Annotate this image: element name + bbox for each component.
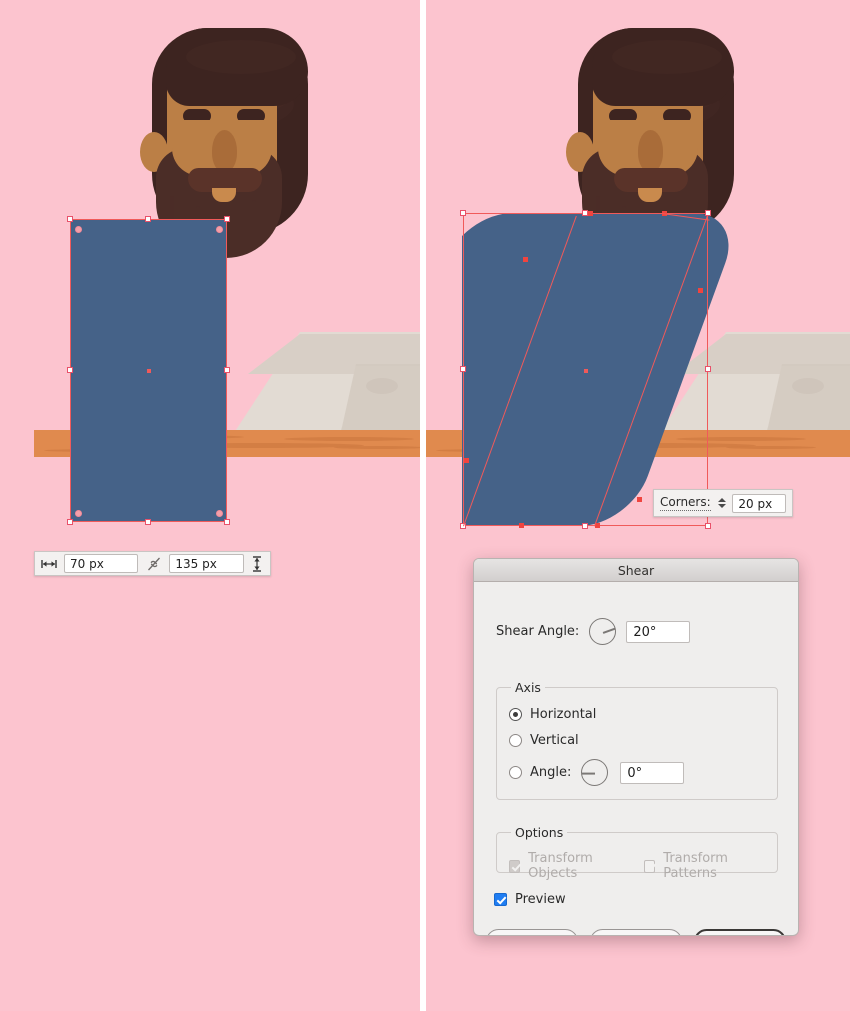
options-group: Options Transform Objects Transform Patt… — [496, 825, 778, 881]
selection-handle-tl[interactable] — [460, 210, 466, 216]
corners-widget[interactable]: Corners: 20 px — [653, 489, 793, 517]
selection-handle-bc[interactable] — [145, 519, 151, 525]
shear-angle-input[interactable]: 20° — [626, 620, 691, 643]
path-anchor[interactable] — [464, 458, 469, 463]
selection-handle-bl[interactable] — [67, 519, 73, 525]
transform-size-bar[interactable]: 70 px 135 px — [34, 551, 271, 576]
transform-patterns-label: Transform Patterns — [663, 851, 728, 881]
stepper-up-down-icon[interactable] — [716, 493, 728, 513]
radio-horizontal[interactable]: Horizontal — [509, 707, 765, 722]
options-legend: Options — [515, 825, 564, 840]
laptop-detail-dot — [792, 378, 824, 394]
radio-horizontal-input[interactable] — [509, 708, 522, 721]
axis-legend: Axis — [515, 680, 541, 695]
path-anchor[interactable] — [588, 211, 593, 216]
transform-patterns-checkbox — [644, 859, 656, 873]
options-row: Transform Objects Transform Patterns — [509, 851, 765, 881]
radio-angle-input[interactable] — [509, 766, 522, 779]
radio-horizontal-label: Horizontal — [530, 707, 597, 722]
selection-handle-tc[interactable] — [145, 216, 151, 222]
selection-handle-ml[interactable] — [67, 367, 73, 373]
corners-input[interactable]: 20 px — [732, 493, 786, 513]
dialog-buttons: Copy Cancel OK — [486, 929, 787, 935]
ok-button[interactable]: OK — [694, 929, 787, 935]
angle-dial-icon[interactable] — [589, 618, 617, 645]
axis-angle-input[interactable]: 0° — [620, 761, 685, 784]
height-arrows-icon — [250, 554, 265, 574]
radio-vertical[interactable]: Vertical — [509, 733, 765, 748]
selection-center-point — [147, 369, 151, 373]
width-input[interactable]: 70 px — [64, 554, 139, 573]
broken-link-icon[interactable] — [144, 554, 163, 574]
corner-radius-widget-br[interactable] — [216, 510, 223, 517]
radio-angle[interactable]: Angle: 0° — [509, 759, 765, 786]
selection-handle-mr[interactable] — [705, 366, 711, 372]
shear-dialog[interactable]: Shear Shear Angle: 20° Axis Horizontal V… — [473, 558, 799, 936]
dialog-titlebar: Shear — [474, 559, 798, 582]
selection-handle-tl[interactable] — [67, 216, 73, 222]
preview-label: Preview — [515, 892, 566, 907]
selection-handle-br[interactable] — [705, 523, 711, 529]
selection-handle-tr[interactable] — [224, 216, 230, 222]
laptop-detail-dot — [366, 378, 398, 394]
width-arrows-icon — [40, 555, 58, 573]
axis-group: Axis Horizontal Vertical Angle: 0° — [496, 680, 778, 800]
corner-radius-widget-bl[interactable] — [75, 510, 82, 517]
selection-handle-mr[interactable] — [224, 367, 230, 373]
shear-angle-row: Shear Angle: 20° — [496, 618, 778, 645]
dialog-title: Shear — [617, 562, 655, 578]
corners-label: Corners: — [660, 495, 711, 511]
preview-row[interactable]: Preview — [494, 892, 566, 907]
character-nose-tip — [212, 130, 237, 172]
preview-checkbox[interactable] — [494, 893, 507, 906]
screenshot-stage: 70 px 135 px Corners: 20 px Shear Shear … — [0, 0, 850, 1011]
path-anchor[interactable] — [637, 497, 642, 502]
character-nose — [638, 130, 663, 172]
left-artboard-panel[interactable]: 70 px 135 px — [0, 0, 420, 1011]
corner-radius-widget-tl[interactable] — [75, 226, 82, 233]
axis-angle-dial-icon[interactable] — [581, 759, 609, 786]
radio-vertical-label: Vertical — [530, 733, 579, 748]
transform-objects-label: Transform Objects — [528, 851, 593, 881]
cancel-button[interactable]: Cancel — [590, 929, 682, 935]
radio-angle-label: Angle: — [530, 765, 572, 780]
selection-center-point — [584, 369, 588, 373]
copy-button[interactable]: Copy — [486, 929, 578, 935]
path-anchor[interactable] — [523, 257, 528, 262]
path-anchor[interactable] — [698, 288, 703, 293]
selection-handle-br[interactable] — [224, 519, 230, 525]
transform-objects-checkbox — [509, 859, 521, 873]
radio-vertical-input[interactable] — [509, 734, 522, 747]
selection-handle-ml[interactable] — [460, 366, 466, 372]
height-input[interactable]: 135 px — [169, 554, 244, 573]
shear-angle-label: Shear Angle: — [496, 624, 580, 639]
corner-radius-widget-tr[interactable] — [216, 226, 223, 233]
selection-handle-bc[interactable] — [582, 523, 588, 529]
path-anchor[interactable] — [519, 523, 524, 528]
